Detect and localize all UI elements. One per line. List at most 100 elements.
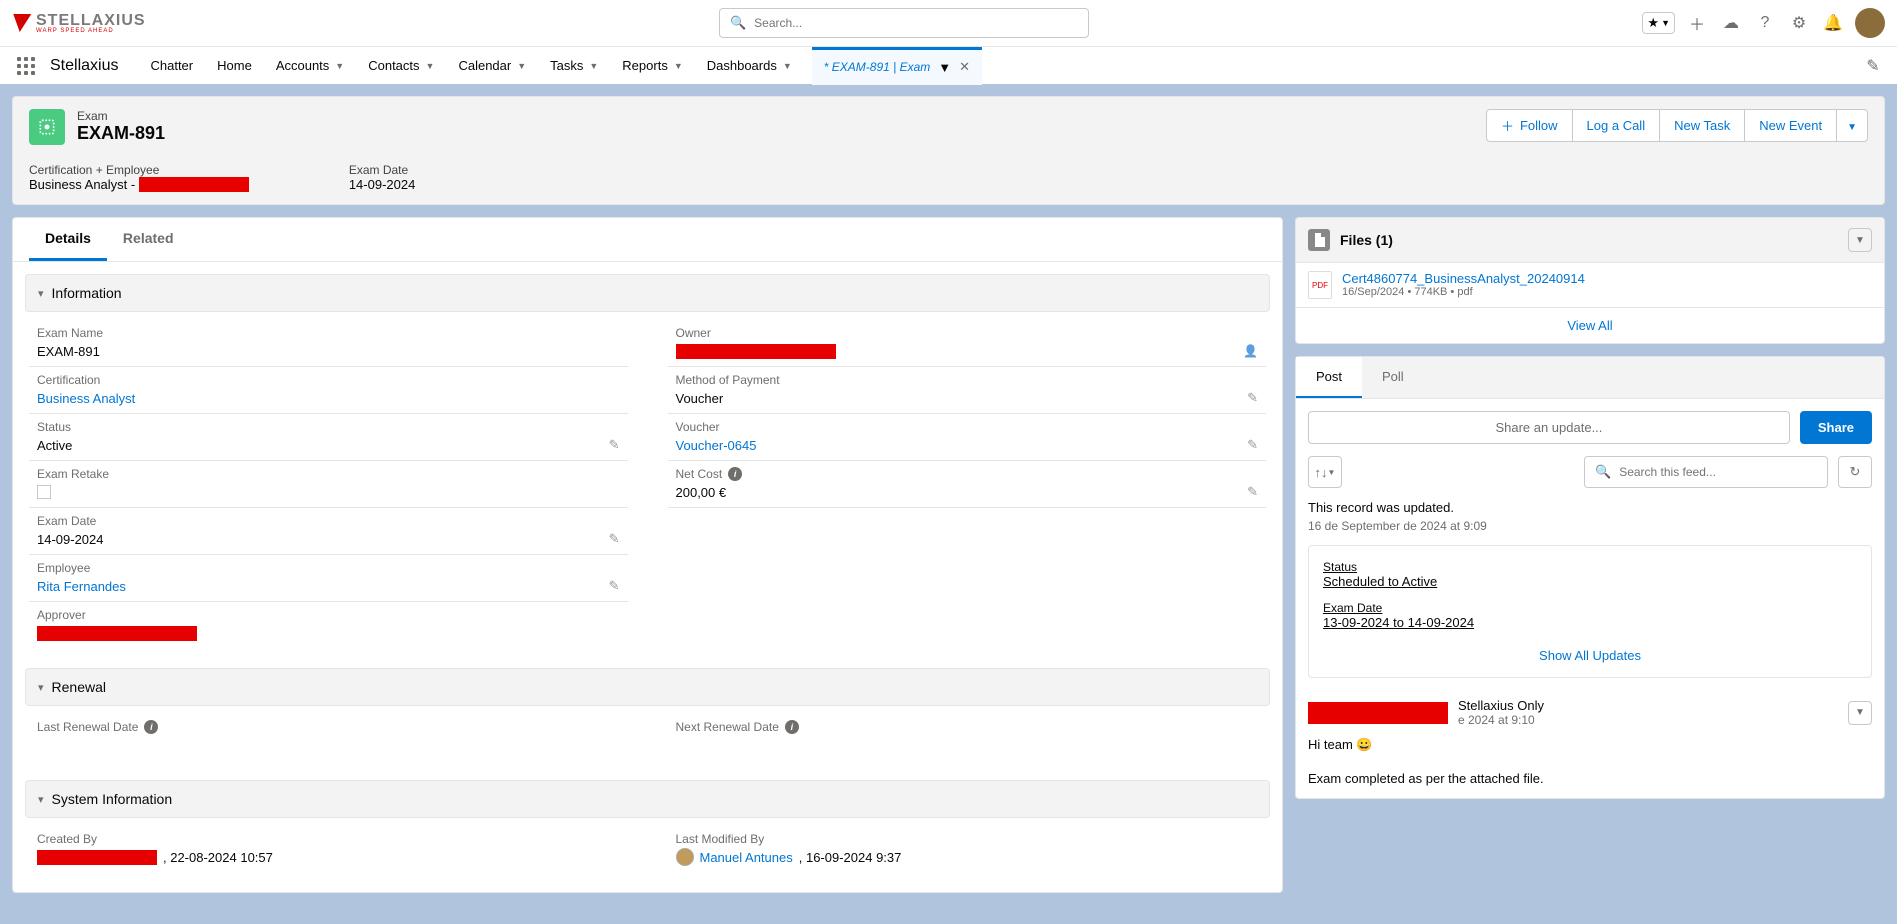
global-search-input[interactable] <box>754 16 1078 30</box>
favorites-button[interactable]: ★ ▼ <box>1642 12 1675 34</box>
workspace-tab-exam-891[interactable]: * EXAM-891 | Exam ▼ ✕ <box>812 47 982 85</box>
logo-mark-icon <box>11 14 32 32</box>
app-launcher-icon[interactable] <box>12 52 40 80</box>
nav-accounts[interactable]: Accounts▼ <box>264 47 356 85</box>
help-button[interactable]: ? <box>1753 11 1777 35</box>
user-avatar[interactable] <box>1855 8 1885 38</box>
feed-sort-button[interactable]: ↑↓ ▼ <box>1308 456 1342 488</box>
field-exam-retake: Exam Retake <box>29 461 628 508</box>
feed-refresh-button[interactable]: ↻ <box>1838 456 1872 488</box>
record-tabs: Details Related <box>13 218 1282 262</box>
nav-chatter[interactable]: Chatter <box>138 47 205 85</box>
new-event-button[interactable]: New Event <box>1745 109 1837 142</box>
section-title: Information <box>52 285 122 301</box>
field-method-of-payment: Method of Payment Voucher✎ <box>668 367 1267 414</box>
chevron-down-icon: ▼ <box>674 61 683 71</box>
edit-nav-button[interactable]: ✎ <box>1861 54 1885 78</box>
close-tab-icon[interactable]: ✕ <box>959 59 970 75</box>
feed-post: hidden Stellaxius Only e 2024 at 9:10 ▼ … <box>1308 698 1872 786</box>
more-actions-button[interactable]: ▼ <box>1837 109 1868 142</box>
notifications-button[interactable]: 🔔 <box>1821 11 1845 35</box>
certification-link[interactable]: Business Analyst <box>37 391 135 406</box>
modified-by-link[interactable]: Manuel Antunes <box>700 850 793 865</box>
info-icon[interactable]: i <box>144 720 158 734</box>
tab-details[interactable]: Details <box>29 218 107 261</box>
post-time: e 2024 at 9:10 <box>1458 713 1544 727</box>
tab-label: * EXAM-891 | Exam <box>824 60 931 74</box>
chevron-down-icon: ▾ <box>38 793 44 806</box>
nav-home[interactable]: Home <box>205 47 264 85</box>
info-icon[interactable]: i <box>785 720 799 734</box>
edit-status-icon[interactable]: ✎ <box>609 437 620 453</box>
retake-checkbox <box>37 485 51 499</box>
search-icon: 🔍 <box>730 15 746 31</box>
app-navigation: Stellaxius Chatter Home Accounts▼ Contac… <box>0 46 1897 84</box>
feed-update-detail: Status Scheduled to Active Exam Date 13-… <box>1308 545 1872 678</box>
feed-composer-input[interactable]: Share an update... <box>1308 411 1790 444</box>
chevron-down-icon: ▼ <box>426 61 435 71</box>
section-system-info-header[interactable]: ▾ System Information <box>25 780 1270 818</box>
feed-tab-post[interactable]: Post <box>1296 357 1362 398</box>
field-status: Status Active✎ <box>29 414 628 461</box>
chevron-down-icon: ▼ <box>1847 122 1857 133</box>
feed-search-input[interactable] <box>1619 465 1817 479</box>
edit-employee-icon[interactable]: ✎ <box>609 578 620 594</box>
edit-netcost-icon[interactable]: ✎ <box>1247 484 1258 500</box>
show-all-updates-link[interactable]: Show All Updates <box>1539 648 1641 663</box>
setup-button[interactable]: ⚙ <box>1787 11 1811 35</box>
global-search[interactable]: 🔍 <box>719 8 1089 38</box>
field-net-cost: Net Costi 200,00 €✎ <box>668 461 1267 508</box>
log-call-button[interactable]: Log a Call <box>1573 109 1661 142</box>
files-card: Files (1) ▼ PDF Cert4860774_BusinessAnal… <box>1295 217 1885 344</box>
new-task-button[interactable]: New Task <box>1660 109 1745 142</box>
field-owner: Owner hidden👤 <box>668 320 1267 367</box>
chevron-down-icon[interactable]: ▼ <box>938 60 951 75</box>
star-icon: ★ <box>1647 15 1659 31</box>
section-information-header[interactable]: ▾ Information <box>25 274 1270 312</box>
edit-payment-icon[interactable]: ✎ <box>1247 390 1258 406</box>
file-item[interactable]: PDF Cert4860774_BusinessAnalyst_20240914… <box>1296 263 1884 307</box>
nav-contacts[interactable]: Contacts▼ <box>356 47 446 85</box>
post-menu-button[interactable]: ▼ <box>1848 701 1872 725</box>
files-menu-button[interactable]: ▼ <box>1848 228 1872 252</box>
feed-update-summary: This record was updated. <box>1308 500 1872 515</box>
tab-related[interactable]: Related <box>107 218 190 261</box>
add-button[interactable]: ＋ <box>1685 11 1709 35</box>
employee-link[interactable]: Rita Fernandes <box>37 579 126 594</box>
field-created-by: Created By hidden, 22-08-2024 10:57 <box>29 826 628 872</box>
file-icon <box>1308 229 1330 251</box>
file-link[interactable]: Cert4860774_BusinessAnalyst_20240914 <box>1342 271 1585 286</box>
chevron-down-icon: ▼ <box>335 61 344 71</box>
feed-search[interactable]: 🔍 <box>1584 456 1828 488</box>
field-last-modified-by: Last Modified By Manuel Antunes , 16-09-… <box>668 826 1267 872</box>
files-card-title: Files (1) <box>1340 232 1393 248</box>
chevron-down-icon: ▼ <box>517 61 526 71</box>
app-name: Stellaxius <box>50 57 118 75</box>
post-body-line1: Hi team 😀 <box>1308 737 1872 753</box>
nav-reports[interactable]: Reports▼ <box>610 47 694 85</box>
org-logo[interactable]: STELLAXIUS WARP SPEED AHEAD <box>12 12 146 34</box>
record-title: EXAM-891 <box>77 123 165 144</box>
view-all-files-link[interactable]: View All <box>1567 318 1612 333</box>
gear-icon: ⚙ <box>1792 13 1806 33</box>
field-exam-date: Exam Date 14-09-2024✎ <box>29 508 628 555</box>
info-icon[interactable]: i <box>728 467 742 481</box>
feed-tab-poll[interactable]: Poll <box>1362 357 1424 398</box>
salesforce-help-icon[interactable]: ☁ <box>1719 11 1743 35</box>
feed-update-time: 16 de September de 2024 at 9:09 <box>1308 519 1872 533</box>
plus-icon: ＋ <box>1501 116 1514 135</box>
voucher-link[interactable]: Voucher-0645 <box>676 438 757 453</box>
details-panel: Details Related ▾ Information Exam Name … <box>12 217 1283 893</box>
change-owner-icon[interactable]: 👤 <box>1243 344 1258 358</box>
post-author-redacted: hidden <box>1308 702 1448 724</box>
section-renewal-header[interactable]: ▾ Renewal <box>25 668 1270 706</box>
nav-tasks[interactable]: Tasks▼ <box>538 47 610 85</box>
share-button[interactable]: Share <box>1800 411 1872 444</box>
section-title: System Information <box>52 791 173 807</box>
nav-calendar[interactable]: Calendar▼ <box>446 47 538 85</box>
follow-button[interactable]: ＋Follow <box>1486 109 1573 142</box>
chatter-feed: Post Poll Share an update... Share ↑↓ ▼ … <box>1295 356 1885 799</box>
edit-voucher-icon[interactable]: ✎ <box>1247 437 1258 453</box>
nav-dashboards[interactable]: Dashboards▼ <box>695 47 804 85</box>
edit-exam-date-icon[interactable]: ✎ <box>609 531 620 547</box>
